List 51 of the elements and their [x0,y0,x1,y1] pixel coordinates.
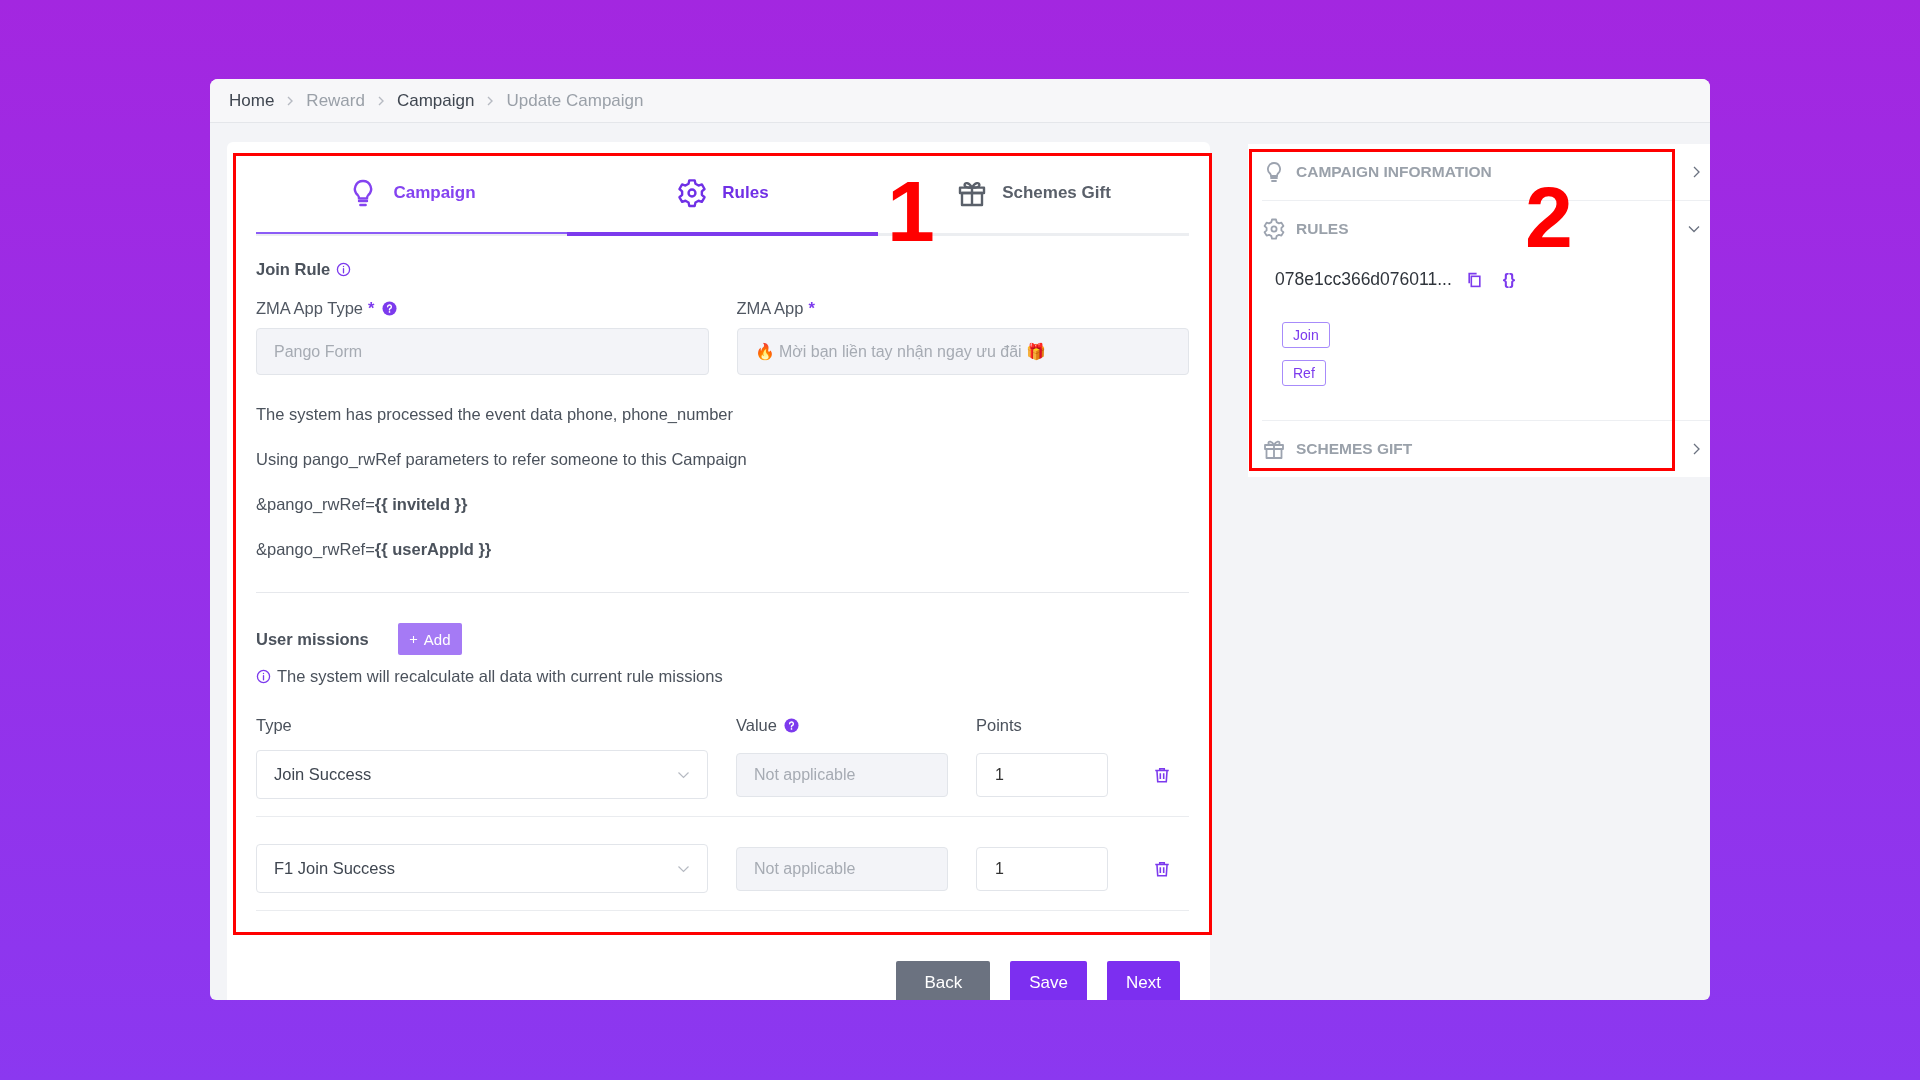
breadcrumb-link[interactable]: Home [229,90,275,111]
note-text: &pango_rwRef={{ userAppId }} [256,539,493,560]
chevron-down-icon [677,770,690,779]
type-select[interactable]: Join Success [256,750,708,799]
annotation-number: 2 [1525,174,1573,260]
column-header: Value [736,716,777,735]
action-button[interactable]: Back [896,961,991,1000]
breadcrumb-link[interactable]: Campaign [396,90,475,111]
code-icon[interactable]: {} [1502,270,1516,289]
column-header: Type [256,716,292,735]
help-icon [784,718,799,733]
rule-id: 078e1cc366d076011... [1275,269,1452,290]
rule-tag[interactable]: Join [1282,322,1330,348]
gear-icon [1262,217,1286,241]
rule-tag[interactable]: Ref [1282,360,1326,386]
type-select[interactable]: F1 Join Success [256,844,708,893]
field-label: ZMA App Type [256,299,363,318]
chevron-down-icon [677,864,690,873]
required-mark: * [368,299,375,318]
chevron-right-icon[interactable] [1692,443,1700,455]
step-tab[interactable]: Rules [676,177,769,209]
chevron-down-icon[interactable] [1688,225,1700,233]
help-icon [382,301,398,316]
add-button[interactable]: Add [397,623,462,655]
info-icon [336,262,352,277]
step-tab[interactable]: Campaign [347,177,476,209]
action-button[interactable]: Next [1107,961,1180,1000]
trash-icon[interactable] [1153,859,1171,878]
chevron-right-icon [486,94,495,107]
copy-icon[interactable] [1465,271,1483,288]
points-field[interactable]: 1 [976,846,1108,891]
section-title: User missions [256,629,369,649]
field-label: ZMA App [736,299,804,318]
section-title: Join Rule [256,260,331,279]
plus-icon [408,634,418,644]
annotation-number: 1 [887,168,935,254]
step-tab[interactable]: Schemes Gift [956,177,1111,209]
gear-icon [676,177,709,209]
info-text: The system will recalculate all data with current rule missions [277,667,723,686]
chevron-right-icon [376,94,385,107]
trash-icon[interactable] [1153,765,1171,784]
action-button[interactable]: Save [1010,961,1088,1000]
note-text: Using pango_rwRef parameters to refer someone to this Campaign [256,449,748,470]
note-text: The system has processed the event data phone, phone_number [256,404,734,425]
chevron-right-icon[interactable] [1692,166,1700,178]
points-field[interactable]: 1 [976,752,1108,797]
column-header: Points [976,716,1022,735]
info-icon [256,669,271,684]
required-mark: * [808,299,815,318]
note-text: &pango_rwRef={{ inviteId }} [256,494,469,515]
chevron-right-icon [286,94,295,107]
